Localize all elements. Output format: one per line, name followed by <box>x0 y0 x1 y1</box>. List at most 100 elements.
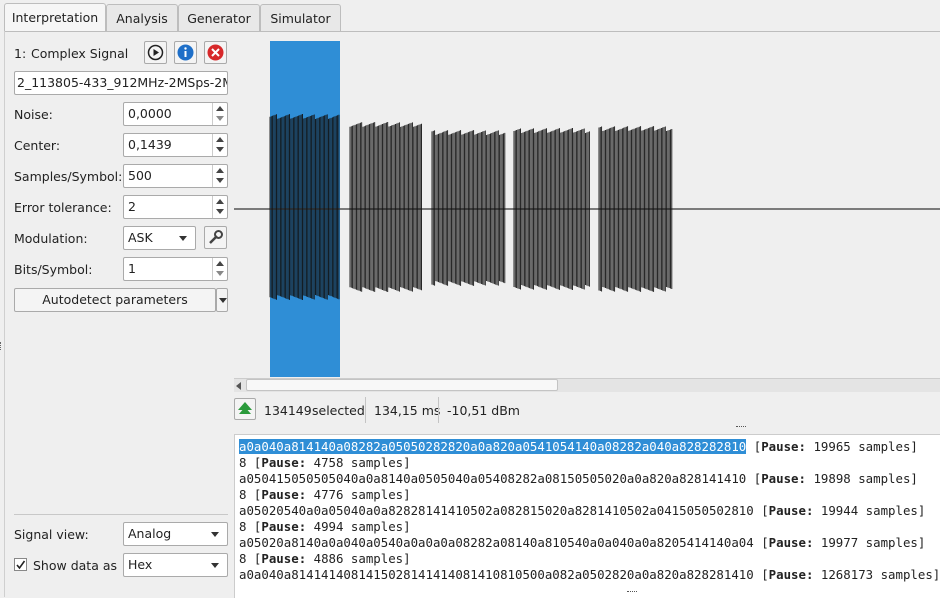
signal-index: 1: <box>14 46 27 61</box>
scroll-left-icon[interactable] <box>236 382 241 390</box>
scrollbar-thumb[interactable] <box>246 379 558 391</box>
selection-power: -10,51 dBm <box>447 403 520 418</box>
modulation-label: Modulation: <box>14 231 88 246</box>
noise-label: Noise: <box>14 107 53 122</box>
close-signal-button[interactable] <box>204 41 227 64</box>
tab-analysis[interactable]: Analysis <box>106 4 178 31</box>
pause-value: 19977 samples <box>820 535 918 550</box>
modulation-settings-button[interactable] <box>204 226 227 249</box>
pause-label: Pause: <box>761 471 806 486</box>
splitter-handle[interactable] <box>0 342 4 350</box>
status-divider <box>365 397 366 423</box>
selected-label: selected <box>312 403 365 418</box>
bit-data: a0a040a814140a08282a05050282820a0a820a05… <box>239 439 747 454</box>
show-data-value: Hex <box>128 557 153 572</box>
bit-data: 8 <box>239 519 247 534</box>
bit-line[interactable]: 8 [Pause: 4758 samples] <box>239 455 411 470</box>
bit-line[interactable]: a0a040a814141408141502814141408141081050… <box>239 567 940 582</box>
bit-line[interactable]: 8 [Pause: 4994 samples] <box>239 519 411 534</box>
bit-line[interactable]: 8 [Pause: 4776 samples] <box>239 487 411 502</box>
error-tolerance-spinbox[interactable]: 2 <box>123 195 228 219</box>
pause-label: Pause: <box>768 567 814 582</box>
bits-per-symbol-value: 1 <box>128 261 136 276</box>
selection-status-bar: 134149 selected 134,15 ms -10,51 dBm <box>234 394 940 426</box>
bit-line[interactable]: a050415050505040a0a8140a0505040a05408282… <box>239 471 918 486</box>
bit-data: 8 <box>239 487 247 502</box>
modulation-select[interactable]: ASK <box>123 226 196 250</box>
pause-label: Pause: <box>261 455 307 470</box>
bit-data: a0a040a814141408141502814141408141081050… <box>239 567 754 582</box>
center-value: 0,1439 <box>128 137 172 152</box>
show-data-label: Show data as <box>33 558 118 573</box>
samples-per-symbol-stepper[interactable] <box>212 165 227 187</box>
checkmark-icon <box>16 560 26 570</box>
autodetect-parameters-button[interactable]: Autodetect parameters <box>14 288 216 312</box>
pause-label: Pause: <box>261 551 307 566</box>
waveform-bursts <box>269 114 673 300</box>
signal-view-value: Analog <box>128 526 172 541</box>
pause-value: 19898 samples <box>813 471 911 486</box>
pause-value: 19965 samples <box>813 439 911 454</box>
arrow-up-icon <box>238 402 252 414</box>
samples-per-symbol-label: Samples/Symbol: <box>14 169 123 184</box>
left-border <box>4 31 5 597</box>
play-button[interactable] <box>144 41 167 64</box>
signal-burst <box>513 128 590 290</box>
wrench-icon <box>209 230 223 244</box>
crop-selection-button[interactable] <box>234 398 256 420</box>
samples-per-symbol-spinbox[interactable]: 500 <box>123 164 228 188</box>
filename-text: 2_113805-433_912MHz-2MSps-2MHz <box>17 75 228 90</box>
protocol-text-view[interactable]: a0a040a814140a08282a05050282820a0a820a05… <box>234 434 940 598</box>
samples-per-symbol-value: 500 <box>128 168 152 183</box>
modulation-value: ASK <box>128 230 153 245</box>
pause-value: 19944 samples <box>820 503 918 518</box>
signal-name[interactable]: Complex Signal <box>31 46 128 61</box>
bit-line[interactable]: 8 [Pause: 4886 samples] <box>239 551 411 566</box>
tab-simulator[interactable]: Simulator <box>260 4 341 31</box>
center-stepper[interactable] <box>212 134 227 156</box>
show-data-checkbox[interactable] <box>14 558 27 571</box>
chevron-down-icon <box>211 563 219 568</box>
info-button[interactable] <box>174 41 197 64</box>
signal-view-select[interactable]: Analog <box>123 522 228 546</box>
center-label: Center: <box>14 138 61 153</box>
pause-value: 4758 samples <box>313 455 404 470</box>
pause-label: Pause: <box>768 535 814 550</box>
bit-line[interactable]: a05020a8140a0a040a0540a0a0a0a08282a08140… <box>239 535 925 550</box>
info-icon <box>177 44 194 61</box>
show-data-select[interactable]: Hex <box>123 553 228 577</box>
error-tolerance-label: Error tolerance: <box>14 200 112 215</box>
filename-field[interactable]: 2_113805-433_912MHz-2MSps-2MHz <box>14 71 228 95</box>
bit-line[interactable]: a05020540a0a05040a0a82828141410502a08281… <box>239 503 925 518</box>
center-spinbox[interactable]: 0,1439 <box>123 133 228 157</box>
bits-per-symbol-stepper[interactable] <box>212 258 227 280</box>
splitter-handle[interactable] <box>627 591 637 595</box>
noise-stepper[interactable] <box>212 103 227 125</box>
error-tolerance-stepper[interactable] <box>212 196 227 218</box>
bits-per-symbol-spinbox[interactable]: 1 <box>123 257 228 281</box>
autodetect-menu-button[interactable] <box>216 288 228 312</box>
chevron-down-icon <box>211 532 219 537</box>
bit-data: 8 <box>239 455 247 470</box>
bit-line[interactable]: a0a040a814140a08282a05050282820a0a820a05… <box>239 439 918 454</box>
tab-interpretation[interactable]: Interpretation <box>4 3 106 32</box>
horizontal-scrollbar[interactable] <box>234 378 940 392</box>
chevron-down-icon <box>179 236 187 241</box>
bit-data: a05020540a0a05040a0a82828141410502a08281… <box>239 503 754 518</box>
splitter-handle[interactable] <box>736 426 746 430</box>
selected-count: 134149 <box>264 403 312 418</box>
tab-generator[interactable]: Generator <box>178 4 260 31</box>
pause-label: Pause: <box>768 503 814 518</box>
noise-spinbox[interactable]: 0,0000 <box>123 102 228 126</box>
noise-value: 0,0000 <box>128 106 172 121</box>
signal-view-label: Signal view: <box>14 527 89 542</box>
bit-data: 8 <box>239 551 247 566</box>
bits-per-symbol-label: Bits/Symbol: <box>14 262 93 277</box>
error-tolerance-value: 2 <box>128 199 136 214</box>
close-icon <box>207 44 224 61</box>
pause-value: 4886 samples <box>313 551 404 566</box>
play-icon <box>147 44 164 61</box>
pause-label: Pause: <box>261 487 307 502</box>
signal-burst <box>431 130 506 286</box>
pause-label: Pause: <box>761 439 806 454</box>
